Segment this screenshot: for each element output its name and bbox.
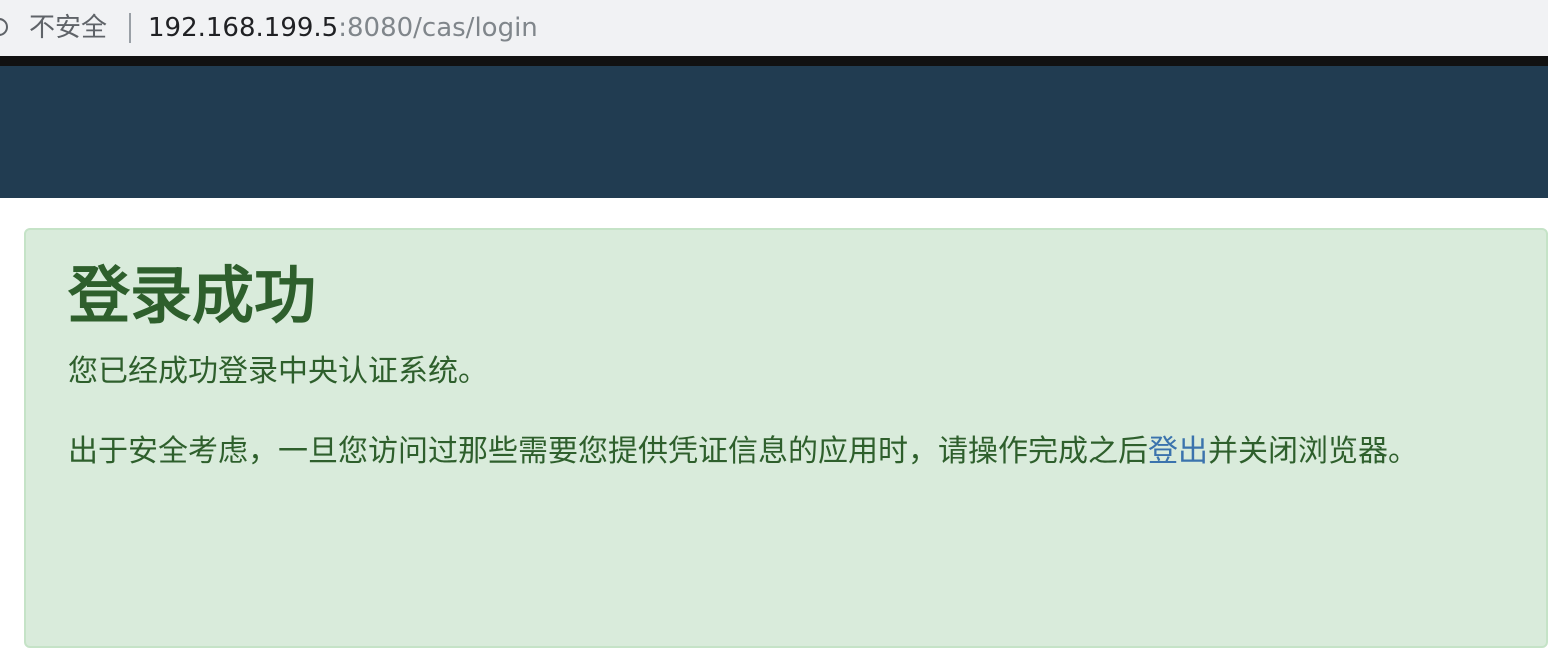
- security-notice-prefix: 出于安全考虑，一旦您访问过那些需要您提供凭证信息的应用时，请操作完成之后: [68, 434, 1148, 469]
- info-icon[interactable]: [0, 18, 8, 36]
- page-header: [0, 66, 1548, 198]
- header-top-strip: [0, 56, 1548, 66]
- not-secure-label[interactable]: 不安全: [29, 12, 107, 44]
- url-host: 192.168.199.5: [148, 13, 339, 43]
- browser-address-bar[interactable]: 不安全 192.168.199.5:8080/cas/login: [0, 0, 1548, 56]
- url-path: :8080/cas/login: [338, 13, 538, 43]
- page-title: 登录成功: [68, 259, 317, 332]
- url-text[interactable]: 192.168.199.5:8080/cas/login: [148, 12, 538, 44]
- address-separator: [129, 13, 131, 43]
- security-notice-suffix: 并关闭浏览器。: [1208, 434, 1418, 469]
- login-success-panel: 登录成功 您已经成功登录中央认证系统。 出于安全考虑，一旦您访问过那些需要您提供…: [24, 228, 1548, 648]
- logout-link[interactable]: 登出: [1148, 434, 1208, 469]
- security-notice: 出于安全考虑，一旦您访问过那些需要您提供凭证信息的应用时，请操作完成之后登出并关…: [68, 430, 1418, 474]
- success-message: 您已经成功登录中央认证系统。: [68, 354, 488, 389]
